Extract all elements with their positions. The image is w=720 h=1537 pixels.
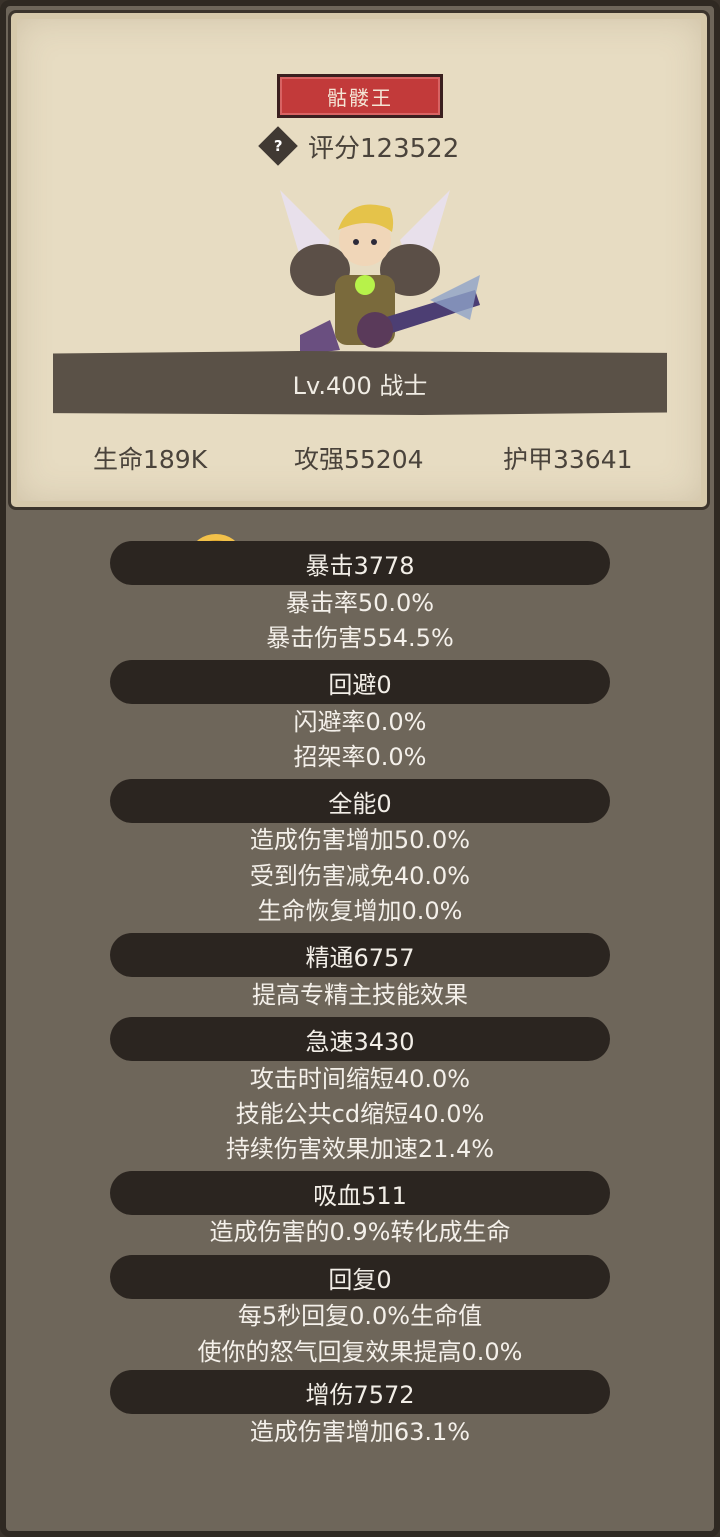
dodge-rate: 闪避率0.0%	[293, 708, 427, 736]
section-recovery-header: 回复0	[110, 1255, 610, 1299]
section-crit-header: 暴击3778	[110, 541, 610, 585]
parry-rate: 招架率0.0%	[293, 743, 427, 771]
section-evasion-header: 回避0	[110, 660, 610, 704]
hero-portrait	[280, 190, 480, 355]
crit-damage: 暴击伤害554.5%	[266, 624, 454, 652]
section-lifesteal-header: 吸血511	[110, 1171, 610, 1215]
section-haste-header: 急速3430	[110, 1017, 610, 1061]
score-row: ? 评分123522	[258, 124, 459, 168]
attack-time-reduction: 攻击时间缩短40.0%	[249, 1065, 471, 1093]
damage-reduction: 受到伤害减免40.0%	[249, 862, 471, 890]
armor-stat: 护甲33641	[503, 445, 633, 474]
section-versatility-header: 全能0	[110, 779, 610, 823]
attack-stat: 攻强55204	[294, 445, 424, 474]
lifesteal-conversion: 造成伤害的0.9%转化成生命	[209, 1218, 511, 1246]
hp-stat: 生命189K	[93, 445, 208, 474]
dot-haste: 持续伤害效果加速21.4%	[225, 1135, 495, 1163]
crit-rate: 暴击率50.0%	[285, 589, 435, 617]
life-regen-increase: 生命恢复增加0.0%	[257, 897, 463, 925]
section-mastery-header: 精通6757	[110, 933, 610, 977]
mastery-effect: 提高专精主技能效果	[252, 981, 468, 1009]
section-damage-bonus-header: 增伤7572	[110, 1370, 610, 1414]
base-stats-row: 生命189K 攻强55204 护甲33641	[0, 436, 702, 480]
level-bar: Lv.400 战士	[53, 351, 667, 415]
help-icon[interactable]: ?	[258, 126, 298, 166]
skill-cd-reduction: 技能公共cd缩短40.0%	[235, 1100, 485, 1128]
hero-score: 评分123522	[308, 133, 460, 164]
damage-bonus: 造成伤害增加63.1%	[249, 1418, 471, 1446]
hero-name: 骷髅王	[327, 85, 393, 110]
rage-regen: 使你的怒气回复效果提高0.0%	[197, 1338, 523, 1366]
damage-increase: 造成伤害增加50.0%	[249, 826, 471, 854]
hero-level-class: Lv.400 战士	[292, 371, 428, 400]
hp-regen: 每5秒回复0.0%生命值	[237, 1302, 483, 1330]
hero-name-plate: 骷髅王	[277, 74, 443, 118]
